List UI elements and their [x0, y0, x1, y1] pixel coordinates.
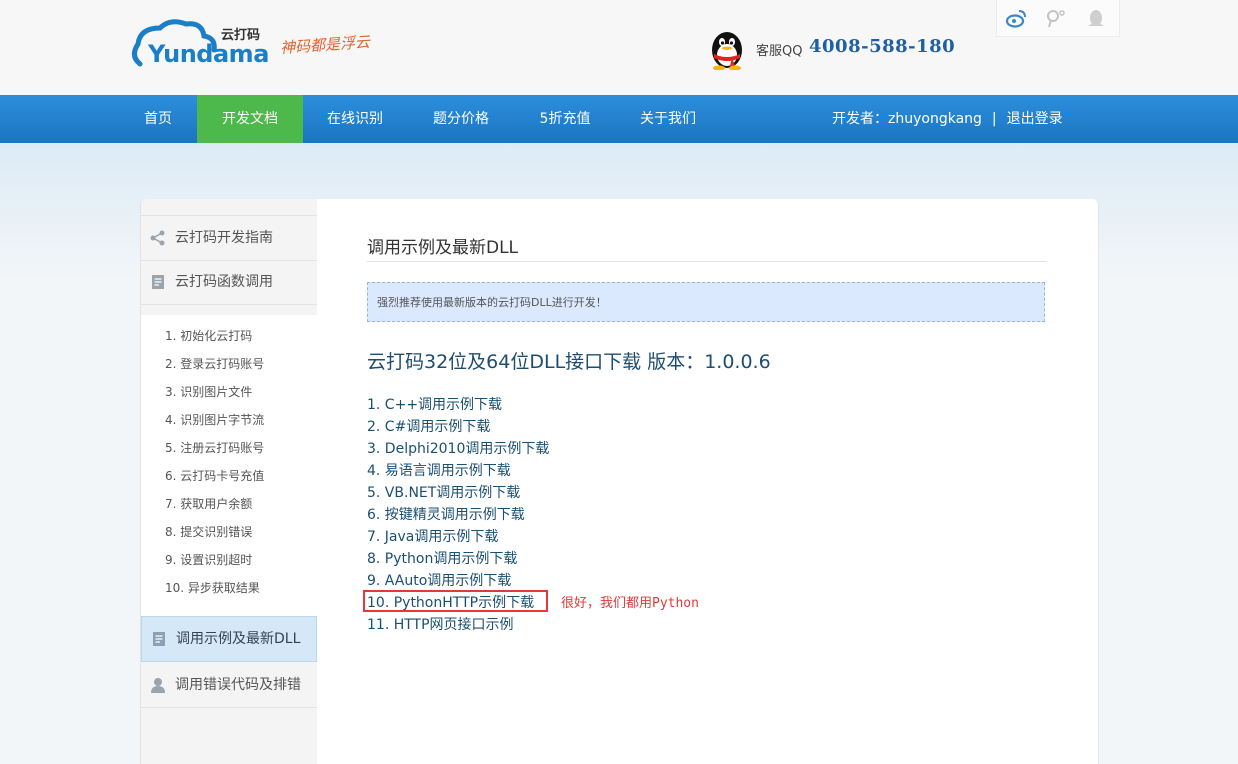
nav-pricing[interactable]: 题分价格	[426, 95, 496, 143]
nav-online-recognize[interactable]: 在线识别	[320, 95, 390, 143]
sidebar-sub-item[interactable]: 1. 初始化云打码	[165, 327, 252, 344]
weibo-icon[interactable]	[1005, 8, 1027, 28]
download-link-http-web[interactable]: 11. HTTP网页接口示例	[367, 614, 514, 634]
highlight-annotation-box	[363, 590, 548, 612]
logo-english-text: Yundama	[148, 40, 269, 68]
sidebar-sub-item[interactable]: 7. 获取用户余额	[165, 495, 252, 512]
nav-dev-docs[interactable]: 开发文档	[197, 95, 303, 143]
document-icon	[152, 275, 164, 289]
document-icon	[153, 632, 165, 646]
tencent-weibo-icon[interactable]	[1045, 8, 1067, 28]
sidebar-section-error-codes[interactable]: 调用错误代码及排错	[141, 663, 317, 708]
site-logo[interactable]: 云打码 Yundama 神码都是浮云	[130, 16, 390, 72]
service-qq-label: 客服QQ	[756, 44, 803, 59]
main-nav: 首页 开发文档 在线识别 题分价格 5折充值 关于我们 开发者：zhuyongk…	[0, 95, 1238, 143]
social-icons-panel	[996, 0, 1120, 37]
annotation-text: 很好，我们都用Python	[561, 596, 699, 611]
nav-recharge[interactable]: 5折充值	[530, 95, 600, 143]
download-link-java[interactable]: 7. Java调用示例下载	[367, 526, 498, 546]
site-header: 云打码 Yundama 神码都是浮云 客服QQ 4008-588-180	[0, 0, 1238, 95]
sidebar-section-dev-guide[interactable]: 云打码开发指南	[141, 215, 317, 261]
developer-name[interactable]: 开发者：zhuyongkang	[832, 111, 982, 127]
sidebar-section-label: 云打码开发指南	[175, 230, 273, 246]
sidebar-sub-item[interactable]: 4. 识别图片字节流	[165, 411, 264, 428]
sidebar-section-label: 云打码函数调用	[175, 274, 273, 290]
recommend-notice: 强烈推荐使用最新版本的云打码DLL进行开发！	[367, 282, 1045, 322]
download-link-vbnet[interactable]: 5. VB.NET调用示例下载	[367, 482, 520, 502]
download-link-cpp[interactable]: 1. C++调用示例下载	[367, 394, 502, 414]
sidebar-sub-item[interactable]: 9. 设置识别超时	[165, 551, 252, 568]
doc-sidebar: 云打码开发指南 云打码函数调用 1. 初始化云打码 2. 登录云打码账号 3. …	[140, 199, 334, 764]
share-icon	[150, 230, 165, 246]
sidebar-sub-item[interactable]: 8. 提交识别错误	[165, 523, 252, 540]
sidebar-sub-item[interactable]: 3. 识别图片文件	[165, 383, 252, 400]
sidebar-section-functions[interactable]: 云打码函数调用	[141, 260, 317, 305]
nav-home[interactable]: 首页	[133, 95, 183, 143]
developer-info: 开发者：zhuyongkang | 退出登录	[832, 95, 1063, 143]
sidebar-active-label: 调用示例及最新DLL	[176, 631, 301, 647]
logout-link[interactable]: 退出登录	[1007, 111, 1063, 127]
download-link-eyuyan[interactable]: 4. 易语言调用示例下载	[367, 460, 511, 480]
qq-icon[interactable]	[1085, 8, 1107, 28]
download-link-aauto[interactable]: 9. AAuto调用示例下载	[367, 570, 511, 590]
download-link-csharp[interactable]: 2. C#调用示例下载	[367, 416, 490, 436]
page-title: 调用示例及最新DLL	[367, 238, 519, 258]
logo-slogan: 神码都是浮云	[279, 32, 371, 58]
download-link-anjian[interactable]: 6. 按键精灵调用示例下载	[367, 504, 525, 524]
sidebar-section-sample-dll[interactable]: 调用示例及最新DLL	[141, 616, 317, 662]
sidebar-sub-item[interactable]: 6. 云打码卡号充值	[165, 467, 264, 484]
service-phone: 4008-588-180	[809, 36, 956, 57]
download-heading: 云打码32位及64位DLL接口下载 版本：1.0.0.6	[367, 351, 771, 373]
download-link-python[interactable]: 8. Python调用示例下载	[367, 548, 517, 568]
user-icon	[151, 678, 165, 693]
sidebar-sub-list: 1. 初始化云打码 2. 登录云打码账号 3. 识别图片文件 4. 识别图片字节…	[141, 315, 317, 627]
title-divider	[367, 261, 1047, 262]
sidebar-sub-item[interactable]: 2. 登录云打码账号	[165, 355, 264, 372]
nav-about[interactable]: 关于我们	[633, 95, 703, 143]
sidebar-sub-item[interactable]: 10. 异步获取结果	[165, 579, 260, 596]
doc-content-panel: 调用示例及最新DLL 强烈推荐使用最新版本的云打码DLL进行开发！ 云打码32位…	[317, 199, 1099, 764]
nav-separator: |	[991, 111, 997, 127]
download-link-delphi[interactable]: 3. Delphi2010调用示例下载	[367, 438, 549, 458]
sidebar-sub-item[interactable]: 5. 注册云打码账号	[165, 439, 264, 456]
qq-penguin-icon	[712, 32, 742, 70]
sidebar-section-label: 调用错误代码及排错	[175, 677, 301, 693]
